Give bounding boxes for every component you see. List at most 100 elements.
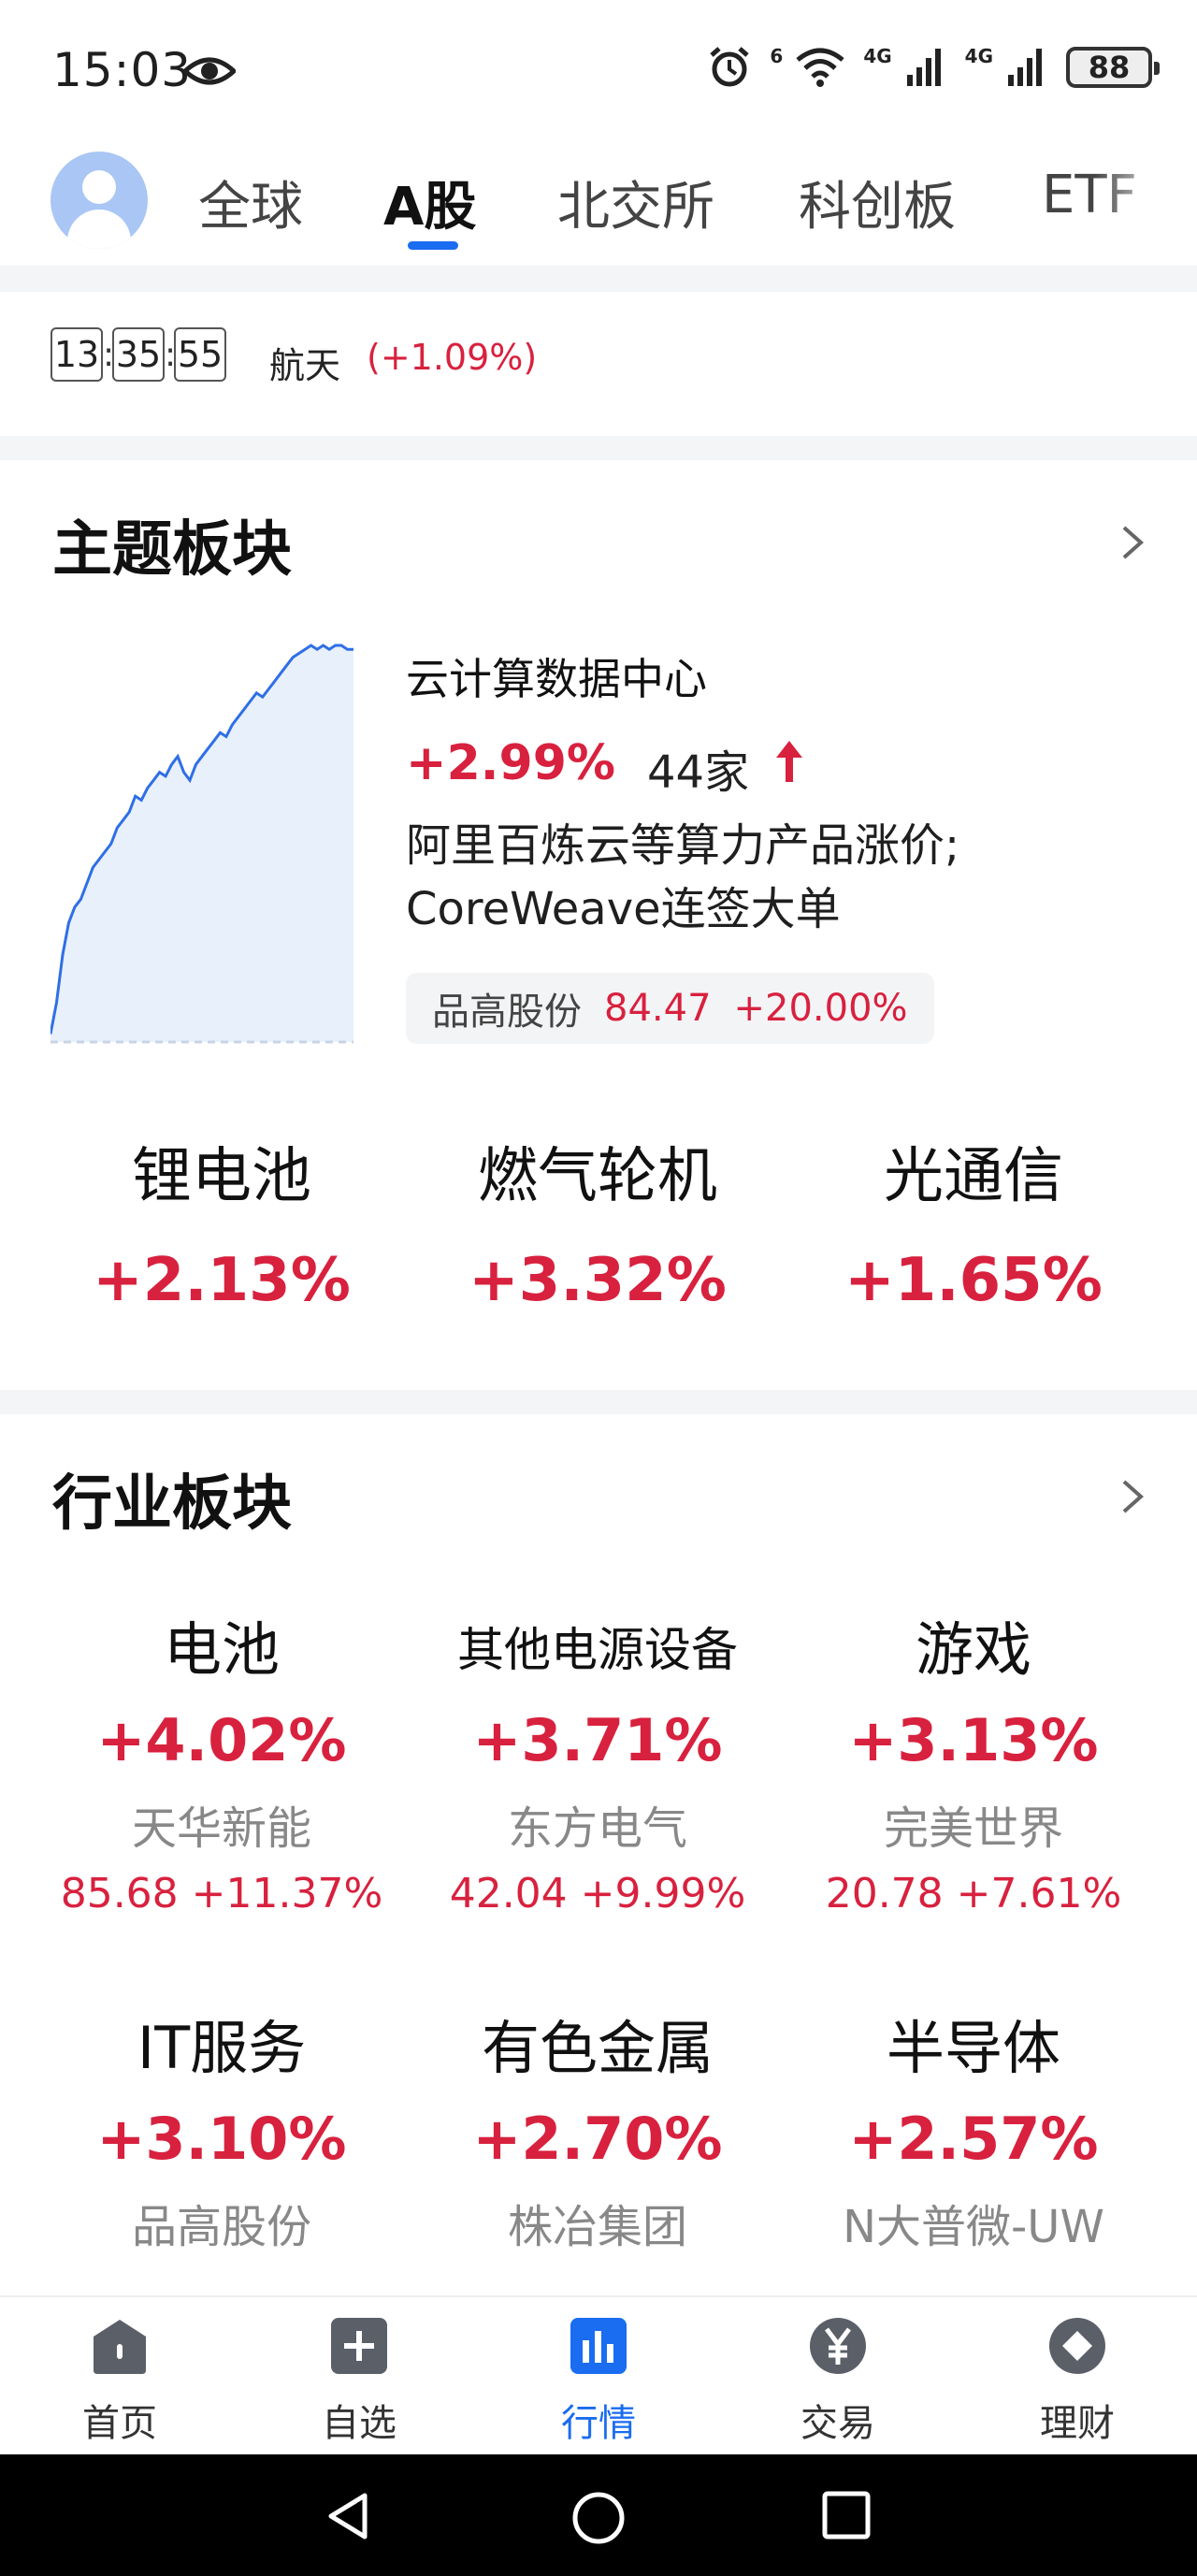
signal-icon-1: [906, 49, 941, 86]
industry-name: 电池: [163, 1615, 280, 1684]
theme-item-change: +3.32%: [469, 1246, 727, 1315]
status-icons: 6 4G 4G 88: [708, 45, 1160, 90]
home-circle-icon[interactable]: [570, 2490, 627, 2546]
divider: [0, 1390, 1197, 1414]
nav-trade[interactable]: 交易: [763, 2316, 913, 2447]
alarm-icon: [710, 47, 750, 87]
theme-item-change: +2.13%: [93, 1246, 351, 1315]
ticker-sector-name: 航天: [269, 345, 341, 386]
divider: [0, 266, 1197, 292]
diamond-icon: [1049, 2318, 1105, 2374]
industry-change: +2.70%: [472, 2105, 723, 2173]
system-nav-bar: [0, 2454, 1197, 2576]
industry-change: +2.57%: [848, 2105, 1099, 2173]
industry-item[interactable]: 其他电源设备 +3.71% 东方电气 42.04 +9.99%: [410, 1611, 786, 1918]
avatar-body-icon: [67, 210, 131, 249]
tab-a-share[interactable]: A股: [383, 165, 476, 240]
industry-section-title: 行业板块: [52, 1469, 292, 1539]
ticker-clock: 13 : 35 : 55: [50, 327, 226, 382]
tabs-fade: [1094, 140, 1197, 266]
up-arrow-icon: [776, 741, 802, 782]
back-icon[interactable]: [322, 2490, 374, 2542]
leader-stock-name: 品高股份: [432, 991, 582, 1034]
tab-star-market[interactable]: 科创板: [799, 165, 956, 240]
tab-global[interactable]: 全球: [198, 165, 303, 240]
theme-trend-chart[interactable]: [50, 634, 353, 1046]
nav-trade-label: 交易: [800, 2402, 875, 2445]
theme-item-change: +1.65%: [844, 1246, 1103, 1315]
theme-item[interactable]: 锂电池 +2.13%: [34, 1128, 410, 1315]
industry-item[interactable]: 半导体 +2.57% N大普微-UW: [786, 2009, 1161, 2255]
desc-line-2: CoreWeave连签大单: [406, 883, 841, 935]
industry-change: +3.71%: [472, 1706, 723, 1774]
industry-item[interactable]: 有色金属 +2.70% 株冶集团: [410, 2009, 786, 2255]
industry-leader: N大普微-UW: [843, 2201, 1104, 2253]
desc-line-1: 阿里百炼云等算力产品涨价;: [406, 819, 960, 872]
active-tab-indicator: [408, 241, 458, 250]
theme-item-name: 光通信: [884, 1142, 1063, 1211]
industry-name: 有色金属: [481, 2014, 714, 2082]
nav-watchlist-label: 自选: [322, 2402, 397, 2445]
yen-coin-icon: [810, 2318, 866, 2374]
wifi-label: 6: [770, 45, 784, 67]
nav-market[interactable]: 行情: [524, 2316, 673, 2447]
status-bar: 15:03 6 4G 4G 88: [0, 0, 1197, 140]
industry-item[interactable]: 电池 +4.02% 天华新能 85.68 +11.37%: [34, 1611, 410, 1918]
chart-area-fill: [50, 645, 353, 1042]
featured-theme-name[interactable]: 云计算数据中心: [406, 645, 707, 707]
signal-label-1: 4G: [863, 45, 892, 67]
add-square-icon: [331, 2318, 387, 2374]
industry-leader-price: 42.04 +9.99%: [449, 1870, 746, 1918]
theme-item[interactable]: 光通信 +1.65%: [786, 1128, 1161, 1315]
home-icon: [94, 2320, 146, 2374]
featured-theme-change: +2.99%: [406, 735, 615, 791]
divider: [0, 436, 1197, 460]
industry-leader-price: 20.78 +7.61%: [825, 1870, 1122, 1918]
leader-stock-price: 84.47: [604, 987, 712, 1030]
eye-icon: [183, 57, 236, 85]
clock-second: 55: [174, 327, 226, 382]
wifi-icon: [796, 48, 844, 87]
nav-market-label: 行情: [561, 2402, 636, 2445]
industry-name: 其他电源设备: [457, 1623, 738, 1677]
industry-more-chevron-icon[interactable]: [1120, 1478, 1145, 1515]
industry-item[interactable]: 游戏 +3.13% 完美世界 20.78 +7.61%: [786, 1611, 1161, 1918]
ticker-sector-change: (+1.09%): [367, 337, 538, 378]
nav-home[interactable]: 首页: [45, 2316, 195, 2447]
nav-wealth-label: 理财: [1040, 2402, 1115, 2445]
theme-item-name: 锂电池: [132, 1142, 311, 1211]
industry-leader: 完美世界: [883, 1802, 1063, 1855]
clock-minute: 35: [112, 327, 165, 382]
industry-change: +3.13%: [848, 1706, 1099, 1774]
status-time: 15:03: [52, 43, 193, 97]
industry-name: IT服务: [137, 2014, 307, 2082]
nav-watchlist[interactable]: 自选: [284, 2316, 434, 2447]
theme-item[interactable]: 燃气轮机 +3.32%: [410, 1128, 786, 1315]
battery-icon: 88: [1066, 47, 1160, 88]
news-ticker[interactable]: 13 : 35 : 55 航天 (+1.09%): [0, 292, 1197, 436]
featured-leader-stock[interactable]: 品高股份 84.47 +20.00%: [406, 973, 934, 1044]
industry-change: +4.02%: [96, 1706, 347, 1774]
clock-hour: 13: [50, 327, 103, 382]
avatar-head-icon: [82, 170, 116, 204]
industry-leader-price: 85.68 +11.37%: [60, 1870, 383, 1918]
industry-leader: 株冶集团: [507, 2201, 687, 2253]
avatar[interactable]: [50, 152, 148, 249]
industry-leader: 东方电气: [507, 1802, 687, 1855]
industry-item[interactable]: IT服务 +3.10% 品高股份: [34, 2009, 410, 2255]
nav-wealth[interactable]: 理财: [1002, 2316, 1152, 2447]
industry-name: 半导体: [886, 2014, 1060, 2082]
featured-theme-desc: 阿里百炼云等算力产品涨价; CoreWeave连签大单: [406, 814, 1154, 941]
theme-more-chevron-icon[interactable]: [1120, 524, 1145, 561]
leader-stock-change: +20.00%: [733, 987, 908, 1030]
market-tabs: 全球 A股 北交所 科创板 ETF: [0, 140, 1197, 266]
signal-label-2: 4G: [964, 45, 993, 67]
bottom-nav: 首页 自选 行情 交易 理财: [0, 2295, 1197, 2454]
recents-icon[interactable]: [821, 2490, 872, 2540]
theme-item-name: 燃气轮机: [478, 1142, 717, 1211]
tab-bse[interactable]: 北交所: [557, 165, 714, 240]
industry-leader: 天华新能: [131, 1802, 311, 1855]
bar-chart-icon: [570, 2318, 627, 2374]
industry-leader: 品高股份: [131, 2201, 311, 2253]
theme-section-title: 主题板块: [52, 515, 292, 585]
